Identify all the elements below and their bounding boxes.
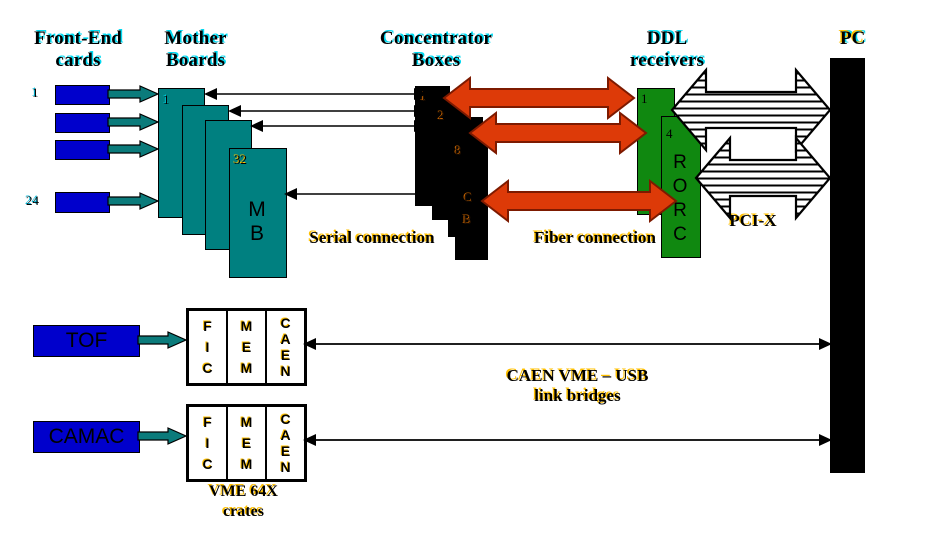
usb-bridge-bottom — [303, 434, 832, 446]
fiber-link-2 — [468, 110, 648, 156]
vme-crate-top[interactable]: F I C M E M C A E N — [186, 308, 307, 386]
front-end-card-index-last: 24 — [26, 193, 39, 208]
crate-letter: C — [202, 359, 213, 376]
mother-board-index-first: 1 — [163, 92, 170, 107]
arrow-fecard-to-mb-2 — [107, 113, 160, 131]
crate-letter: E — [280, 443, 291, 459]
crate-column-caen: C A E N — [267, 407, 304, 479]
crate-letter: N — [280, 363, 291, 379]
crate-letter: M — [240, 413, 253, 430]
pcix-link-2 — [694, 135, 832, 221]
serial-link-2 — [228, 105, 427, 117]
crate-letter: E — [241, 434, 252, 451]
crate-letter: M — [240, 317, 253, 334]
tof-module[interactable]: TOF — [33, 325, 140, 357]
serial-link-1 — [204, 88, 427, 100]
front-end-card[interactable] — [55, 140, 110, 160]
crate-letter: M — [240, 455, 253, 472]
rorc-letter-r1: R — [673, 152, 687, 173]
header-concentrator-boxes: Concentrator Boxes — [379, 28, 493, 71]
label-fiber-connection: Fiber connection — [534, 228, 656, 247]
concentrator-letter-b: B — [463, 212, 472, 227]
pc-chassis[interactable] — [830, 58, 865, 473]
mother-board-label-m: M — [248, 198, 266, 221]
concentrator-index-8: 8 — [455, 143, 462, 158]
concentrator-index-2: 2 — [438, 108, 445, 123]
concentrator-letter-c: C — [464, 190, 473, 205]
arrow-fecard-to-mb-3 — [107, 140, 160, 158]
fiber-link-1 — [442, 75, 636, 121]
rorc-letter-r2: R — [673, 200, 687, 221]
arrow-fecard-to-mb-4 — [107, 192, 160, 210]
label-vme-crates: VME 64X crates — [209, 483, 278, 520]
label-serial-connection: Serial connection — [309, 228, 435, 247]
crate-column-mem: M E M — [228, 311, 267, 383]
crate-letter: A — [280, 331, 291, 347]
camac-label: CAMAC — [48, 425, 125, 448]
header-front-end-cards: Front-End cards — [33, 28, 123, 71]
front-end-card[interactable] — [55, 113, 110, 133]
tof-label: TOF — [65, 329, 108, 352]
arrow-tof-to-crate — [137, 331, 188, 349]
vme-crate-bottom[interactable]: F I C M E M C A E N — [186, 404, 307, 482]
crate-letter: E — [241, 338, 252, 355]
mother-board-index-last: 32 — [234, 152, 247, 167]
crate-letter: N — [280, 459, 291, 475]
crate-letter: I — [205, 338, 210, 355]
label-caen-vme-usb: CAEN VME – USB link bridges — [506, 366, 649, 405]
crate-column-mem: M E M — [228, 407, 267, 479]
diagram-canvas: Front-End cards Mother Boards Concentrat… — [0, 0, 938, 547]
crate-column-fic: F I C — [189, 311, 228, 383]
crate-column-caen: C A E N — [267, 311, 304, 383]
front-end-card-index-first: 1 — [32, 85, 39, 100]
crate-letter: I — [205, 434, 210, 451]
ddl-receiver-index-1: 1 — [641, 91, 648, 106]
front-end-card[interactable] — [55, 85, 110, 105]
header-ddl-receivers: DDL receivers — [629, 28, 705, 71]
crate-letter: M — [240, 359, 253, 376]
ddl-receiver-index-4: 4 — [666, 126, 673, 141]
mother-board-label-b: B — [249, 222, 264, 245]
crate-letter: C — [280, 315, 291, 331]
crate-letter: F — [203, 413, 212, 430]
camac-module[interactable]: CAMAC — [33, 421, 140, 453]
header-mother-boards: Mother Boards — [164, 28, 227, 71]
arrow-camac-to-crate — [137, 427, 188, 445]
rorc-letter-o: O — [672, 176, 688, 197]
crate-column-fic: F I C — [189, 407, 228, 479]
connector-overlay — [107, 67, 832, 446]
usb-bridge-top — [303, 338, 832, 350]
crate-letter: A — [280, 427, 291, 443]
crate-letter: E — [280, 347, 291, 363]
crate-letter: F — [203, 317, 212, 334]
concentrator-index-1: 1 — [420, 89, 427, 104]
serial-link-3 — [250, 120, 427, 132]
label-pci-x: PCI-X — [729, 211, 777, 230]
header-pc: PC — [840, 28, 866, 49]
crate-letter: C — [202, 455, 213, 472]
crate-letter: C — [280, 411, 291, 427]
front-end-card[interactable] — [55, 192, 110, 213]
arrow-fecard-to-mb-1 — [107, 85, 160, 103]
